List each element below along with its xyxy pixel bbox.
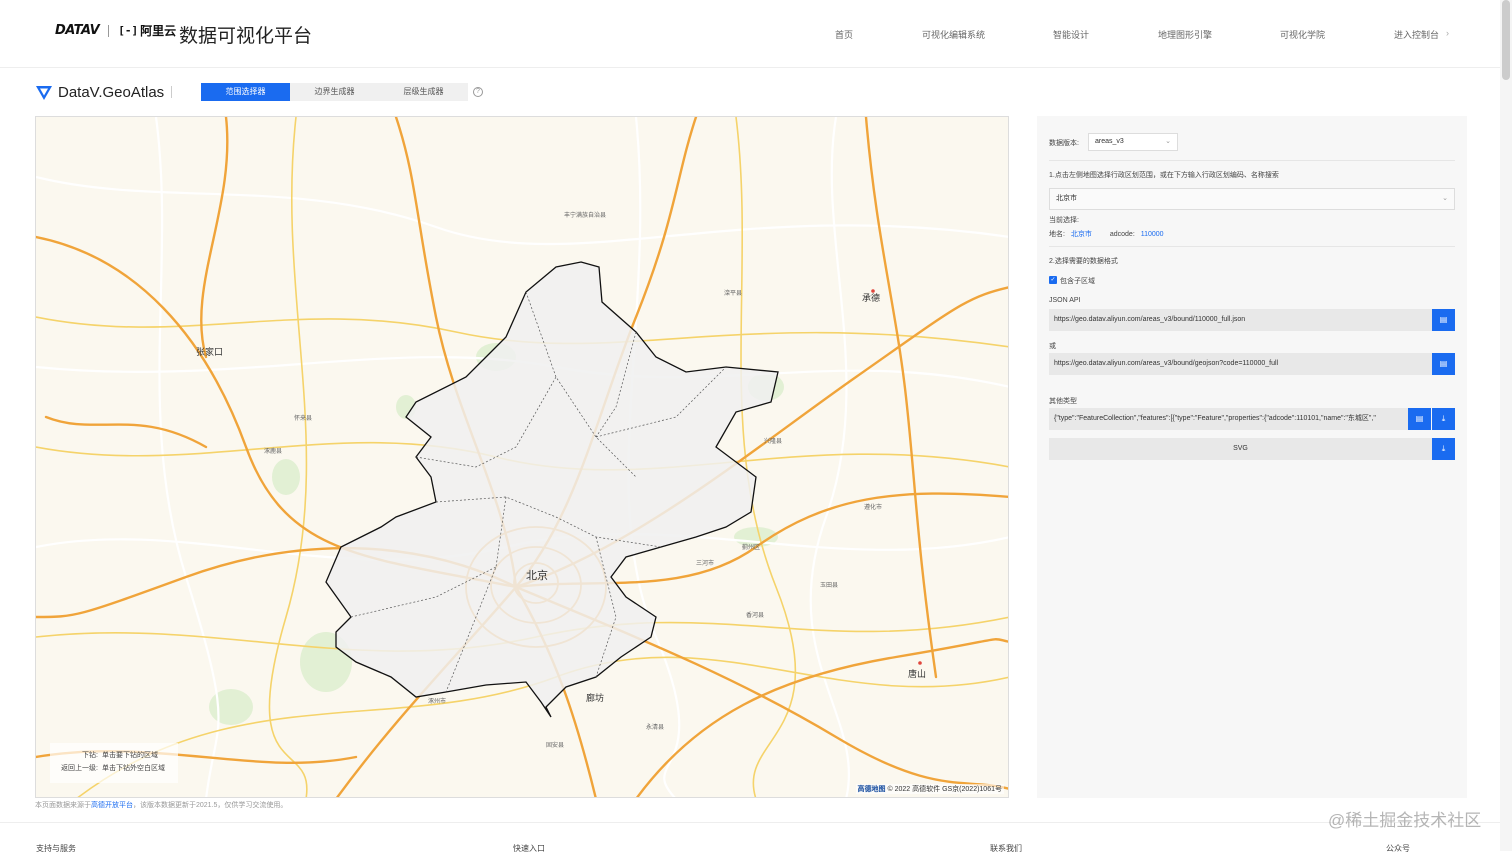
map-label: 滦平县 xyxy=(724,289,742,297)
map-label: 承德 xyxy=(862,292,880,303)
map-label: 涿州市 xyxy=(428,697,446,705)
download-icon[interactable]: ⤓ xyxy=(1432,438,1455,460)
amap-brand: 高德地图 xyxy=(857,786,886,793)
adcode-label: adcode: xyxy=(1109,231,1135,238)
map-label: 永清县 xyxy=(646,723,664,731)
version-select-value: areas_v3 xyxy=(1095,138,1124,145)
or-label: 或 xyxy=(1049,343,1056,350)
json-api-label: JSON API xyxy=(1049,297,1081,304)
nav-item-geo-engine[interactable]: 地理图形引擎 xyxy=(1158,28,1212,41)
adcode-value: 110000 xyxy=(1140,231,1164,238)
map-roads-layer: 张家口 承德 北京 廊坊 唐山 丰宁满族自治县 滦平县 兴隆县 怀来县 涿鹿县 … xyxy=(36,117,1008,797)
city-marker xyxy=(871,289,875,293)
top-nav-bar: DATAV [-] 阿里云 数据可视化平台 首页 可视化编辑系统 智能设计 地理… xyxy=(0,0,1512,68)
chevron-down-icon: ⌄ xyxy=(1165,138,1171,145)
geojson-content-box[interactable]: {"type":"FeatureCollection","features":[… xyxy=(1049,408,1408,430)
hint-drill-value: 单击要下钻的区域 xyxy=(102,752,158,759)
data-source-note: 本页面数据来源于高德开放平台，该版本数据更新于2021.5，仅供学习交流使用。 xyxy=(35,800,287,810)
app-name: DataV.GeoAtlas xyxy=(58,83,165,101)
page-scrollbar[interactable] xyxy=(1500,0,1512,851)
map-label: 玉田县 xyxy=(820,582,838,589)
geojson-url[interactable]: https://geo.datav.aliyun.com/areas_v3/bo… xyxy=(1049,353,1432,375)
tab-boundary-generator[interactable]: 边界生成器 xyxy=(290,83,379,101)
nav-item-editor[interactable]: 可视化编辑系统 xyxy=(922,28,985,41)
nav-item-console[interactable]: 进入控制台 xyxy=(1394,28,1439,41)
map-attribution: 高德地图 © 2022 高德软件 GS京(2022)1061号 xyxy=(855,784,1004,794)
divider xyxy=(171,86,173,98)
platform-title: 数据可视化平台 xyxy=(179,26,313,47)
brand-divider xyxy=(108,24,110,37)
divider xyxy=(1049,160,1455,161)
city-marker xyxy=(918,661,922,665)
hint-back-value: 单击下钻外空白区域 xyxy=(102,765,165,772)
map-label: 蓟州区 xyxy=(742,543,760,551)
map-label: 三河市 xyxy=(696,559,714,567)
step1-instruction: 1.点击左侧地图选择行政区划范围，或在下方输入行政区划编码、名称搜索 xyxy=(1049,172,1279,179)
map-label: 丰宁满族自治县 xyxy=(564,211,606,219)
aliyun-mark-icon: [-] xyxy=(118,24,139,37)
region-select-value: 北京市 xyxy=(1056,195,1077,202)
place-name-value: 北京市 xyxy=(1070,231,1092,238)
map-label: 兴隆县 xyxy=(764,437,782,445)
scrollbar-thumb[interactable] xyxy=(1502,0,1510,80)
footer-quick-links: 快速入口 xyxy=(513,844,545,853)
include-subregion-checkbox[interactable]: ✓ xyxy=(1049,276,1057,284)
footer-contact: 联系我们 xyxy=(990,844,1022,853)
copy-icon[interactable]: ▤ xyxy=(1432,309,1455,331)
map-label: 怀来县 xyxy=(294,414,312,422)
nav-item-home[interactable]: 首页 xyxy=(835,28,853,41)
footer-support: 支持与服务 xyxy=(36,844,76,853)
map-canvas[interactable]: 张家口 承德 北京 廊坊 唐山 丰宁满族自治县 滦平县 兴隆县 怀来县 涿鹿县 … xyxy=(35,116,1009,798)
chevron-down-icon: ⌄ xyxy=(1442,195,1448,202)
aliyun-logo: [-] 阿里云 xyxy=(118,22,176,39)
settings-panel: 数据版本: areas_v3 ⌄ 1.点击左侧地图选择行政区划范围，或在下方输入… xyxy=(1037,116,1467,798)
region-search-select[interactable]: 北京市 ⌄ xyxy=(1049,188,1455,210)
divider xyxy=(1049,246,1455,247)
brand-logo[interactable]: DATAV [-] 阿里云 xyxy=(55,22,176,39)
nav-item-smart-design[interactable]: 智能设计 xyxy=(1053,28,1089,41)
tool-tabs: 范围选择器 边界生成器 层级生成器 xyxy=(201,83,468,101)
chevron-right-icon: › xyxy=(1446,28,1449,38)
geoatlas-header: DataV.GeoAtlas xyxy=(35,82,173,102)
include-subregion-label: 包含子区域 xyxy=(1060,278,1095,285)
map-label: 廊坊 xyxy=(586,692,604,703)
watermark: @稀土掘金技术社区 xyxy=(1328,811,1482,830)
map-label: 张家口 xyxy=(196,346,223,357)
current-selection: 地名: 北京市 adcode: 110000 xyxy=(1049,229,1164,239)
map-label: 香河县 xyxy=(746,611,764,619)
step2-instruction: 2.选择需要的数据格式 xyxy=(1049,258,1118,265)
hint-back-key: 返回上一级: xyxy=(61,765,98,772)
tab-range-selector[interactable]: 范围选择器 xyxy=(201,83,290,101)
copy-icon[interactable]: ▤ xyxy=(1432,353,1455,375)
svg-option[interactable]: SVG xyxy=(1049,438,1432,460)
datav-logo: DATAV xyxy=(55,23,100,38)
tab-level-generator[interactable]: 层级生成器 xyxy=(379,83,468,101)
geoatlas-logo-icon xyxy=(36,86,52,100)
current-selection-label: 当前选择: xyxy=(1049,217,1079,224)
map-label: 唐山 xyxy=(908,668,926,679)
map-label: 遵化市 xyxy=(864,503,882,511)
footer-wechat: 公众号 xyxy=(1386,844,1410,853)
other-types-label: 其他类型 xyxy=(1049,398,1077,405)
version-select[interactable]: areas_v3 ⌄ xyxy=(1088,133,1178,151)
footer: 支持与服务 快速入口 联系我们 公众号 xyxy=(0,822,1512,853)
json-api-url[interactable]: https://geo.datav.aliyun.com/areas_v3/bo… xyxy=(1049,309,1432,331)
map-label: 北京 xyxy=(526,568,548,582)
map-label: 涿鹿县 xyxy=(264,447,282,455)
copy-icon[interactable]: ▤ xyxy=(1408,408,1431,430)
hint-drill-key: 下钻: xyxy=(82,752,98,759)
version-label: 数据版本: xyxy=(1049,140,1079,147)
map-label: 固安县 xyxy=(546,741,564,749)
source-suffix: ，该版本数据更新于2021.5，仅供学习交流使用。 xyxy=(133,802,288,809)
source-prefix: 本页面数据来源于 xyxy=(35,802,91,809)
aliyun-logo-text: 阿里云 xyxy=(140,24,177,38)
map-copyright: © 2022 高德软件 GS京(2022)1061号 xyxy=(887,786,1003,793)
download-icon[interactable]: ⤓ xyxy=(1432,408,1455,430)
place-name-label: 地名: xyxy=(1049,231,1065,238)
map-hint-box: 下钻: 单击要下钻的区域 返回上一级: 单击下钻外空白区域 xyxy=(50,743,178,783)
geoatlas-logo[interactable]: DataV.GeoAtlas xyxy=(35,83,173,101)
nav-item-academy[interactable]: 可视化学院 xyxy=(1280,28,1325,41)
help-icon[interactable]: ? xyxy=(473,87,483,97)
amap-open-platform-link[interactable]: 高德开放平台 xyxy=(91,802,133,809)
